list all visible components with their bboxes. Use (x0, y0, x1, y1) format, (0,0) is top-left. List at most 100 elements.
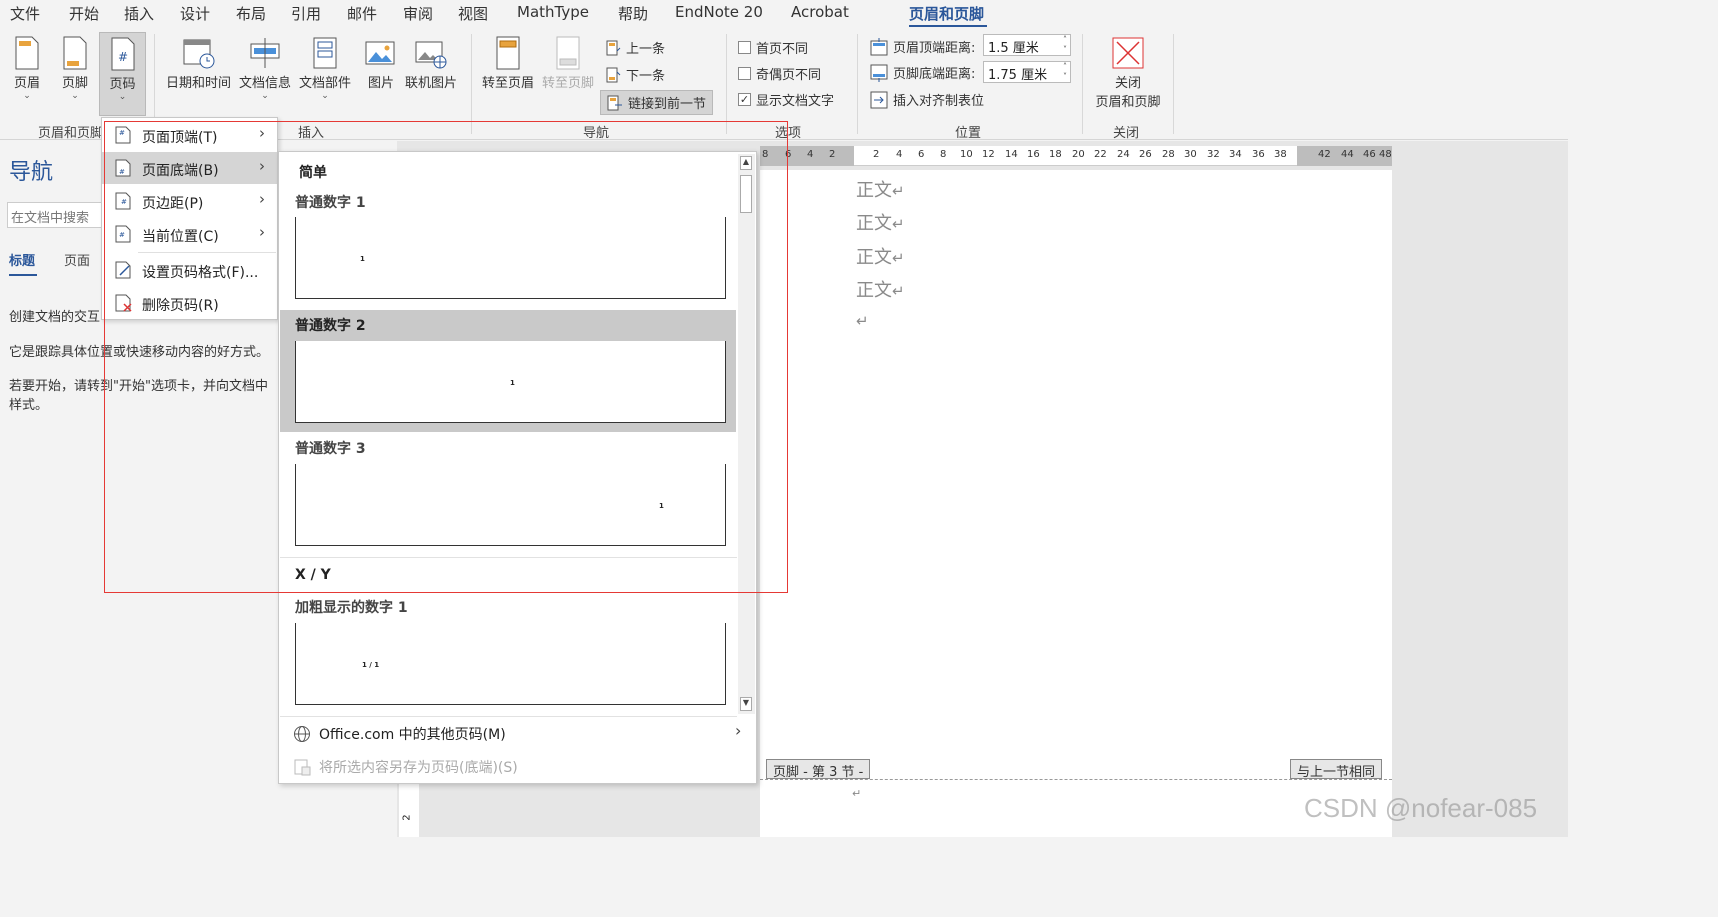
tab-help[interactable]: 帮助 (618, 3, 648, 24)
show-doc-text-checkbox[interactable]: ✓ 显示文档文字 (738, 90, 834, 109)
body-text-line[interactable]: 正文↵ (856, 209, 905, 235)
menu-item-page-margins[interactable]: # 页边距(P) › (102, 185, 277, 217)
group-separator (857, 34, 858, 134)
different-first-page-checkbox[interactable]: 首页不同 (738, 38, 808, 57)
menu-item-label: 页面顶端(T) (142, 130, 218, 146)
footer-button[interactable]: 页脚 ⌄ (56, 36, 94, 101)
tab-design[interactable]: 设计 (180, 3, 210, 24)
scroll-down-icon[interactable]: ▼ (740, 697, 752, 711)
body-text-line[interactable]: 正文↵ (856, 243, 905, 269)
body-text-line[interactable]: 正文↵ (856, 176, 905, 202)
ruler-number: 4 (807, 149, 814, 160)
doc-info-button[interactable]: 文档信息 ⌄ (239, 36, 291, 101)
tab-review[interactable]: 审阅 (403, 3, 433, 24)
ruler-number: 18 (1049, 149, 1062, 160)
tab-acrobat[interactable]: Acrobat (791, 3, 849, 21)
footer-bottom-value: 1.75 厘米 (988, 68, 1048, 83)
tab-home[interactable]: 开始 (69, 3, 99, 24)
ruler-number: 44 (1341, 149, 1354, 160)
header-button[interactable]: 页眉 ⌄ (8, 36, 46, 101)
group-label-close: 关闭 (1113, 126, 1140, 141)
page-number-gallery: 简单 普通数字 1 1 普通数字 2 1 普通数字 3 1 X / Y 加粗显示… (278, 151, 757, 784)
gallery-thumb-plain1[interactable]: 1 (295, 217, 726, 299)
svg-text:#: # (119, 129, 125, 137)
date-time-button[interactable]: 日期和时间 (166, 36, 231, 91)
ruler-number: 26 (1139, 149, 1152, 160)
ruler-number: 10 (960, 149, 973, 160)
group-label-header-footer: 页眉和页脚 (38, 126, 104, 141)
page-margin-icon: # (115, 192, 131, 210)
tab-file[interactable]: 文件 (10, 3, 40, 24)
spin-arrows-icon[interactable]: ˄ ˅ (1063, 62, 1067, 82)
tab-mathtype[interactable]: MathType (517, 3, 589, 21)
gallery-thumb-plain3[interactable]: 1 (295, 464, 726, 546)
tab-insert[interactable]: 插入 (124, 3, 154, 24)
goto-header-icon (496, 36, 520, 70)
tab-header-footer[interactable]: 页眉和页脚 (909, 3, 984, 24)
picture-icon (365, 41, 395, 65)
nav-title: 导航 (9, 160, 54, 185)
chevron-right-icon: › (735, 721, 742, 740)
page-number-button[interactable]: # 页码 ⌄ (99, 32, 146, 116)
different-odd-even-checkbox[interactable]: 奇偶页不同 (738, 64, 821, 83)
header-label: 页眉 (13, 76, 40, 91)
menu-item-current-position[interactable]: # 当前位置(C) › (102, 218, 277, 250)
body-text: 正文 (856, 213, 892, 234)
empty-line[interactable]: ↵ (856, 310, 869, 331)
body-text-line[interactable]: 正文↵ (856, 276, 905, 302)
link-previous-button[interactable]: 链接到前一节 (600, 90, 714, 115)
checkbox-checked: ✓ (738, 93, 751, 106)
doc-parts-button[interactable]: 文档部件 ⌄ (299, 36, 351, 101)
gallery-section-xy: X / Y (295, 567, 331, 583)
nav-search-input[interactable]: 在文档中搜索 (7, 202, 107, 228)
tab-layout[interactable]: 布局 (236, 3, 266, 24)
more-from-office-item[interactable]: Office.com 中的其他页码(M) (293, 724, 506, 744)
online-picture-button[interactable]: 联机图片 (405, 36, 457, 91)
gallery-thumb-bold1[interactable]: 1 / 1 (295, 623, 726, 705)
gallery-scrollbar[interactable]: ▲ ▼ (738, 154, 755, 714)
insert-align-tab-button[interactable]: 插入对齐制表位 (870, 90, 984, 109)
tab-view[interactable]: 视图 (458, 3, 488, 24)
header-top-input[interactable]: 1.5 厘米 ˄ ˅ (983, 34, 1071, 56)
menu-item-format-page-numbers[interactable]: 设置页码格式(F)... (102, 254, 277, 286)
picture-button[interactable]: 图片 (364, 36, 398, 91)
current-position-icon: # (115, 225, 131, 243)
footer-return-mark[interactable]: ↵ (852, 787, 861, 800)
spin-arrows-icon[interactable]: ˄ ˅ (1063, 35, 1067, 55)
page-number-label: 页码 (109, 77, 136, 92)
menu-item-top-of-page[interactable]: # 页面顶端(T) › (102, 119, 277, 151)
nav-help-text-4: 样式。 (9, 398, 49, 413)
ruler-number: 30 (1184, 149, 1197, 160)
body-text: 正文 (856, 280, 892, 301)
next-button[interactable]: 下一条 (605, 65, 665, 84)
chevron-down-icon: ⌄ (71, 91, 79, 101)
menu-item-bottom-of-page[interactable]: # 页面底端(B) › (102, 152, 277, 184)
footer-bottom-input[interactable]: 1.75 厘米 ˄ ˅ (983, 61, 1071, 83)
group-label-position: 位置 (955, 126, 982, 141)
scroll-up-icon[interactable]: ▲ (740, 156, 752, 170)
tab-mailings[interactable]: 邮件 (347, 3, 377, 24)
goto-header-button[interactable]: 转至页眉 (482, 36, 534, 91)
nav-tab-pages[interactable]: 页面 (64, 250, 90, 269)
group-separator (1082, 34, 1083, 134)
gallery-label-plain1: 普通数字 1 (295, 195, 366, 211)
nav-tab-headings[interactable]: 标题 (9, 250, 35, 269)
header-top-value: 1.5 厘米 (988, 41, 1039, 56)
return-mark: ↵ (892, 249, 905, 267)
tab-endnote[interactable]: EndNote 20 (675, 3, 763, 21)
previous-button[interactable]: 上一条 (605, 38, 665, 57)
ribbon-tabs: 文件 开始 插入 设计 布局 引用 邮件 审阅 视图 MathType 帮助 E… (0, 0, 1568, 28)
vruler-number: 2 (401, 814, 413, 821)
ruler-number: 22 (1094, 149, 1107, 160)
close-header-footer-button[interactable]: 关闭 页眉和页脚 (1093, 36, 1163, 110)
close-icon (1112, 37, 1144, 69)
goto-footer-icon (556, 36, 580, 70)
header-top-label: 页眉顶端距离: (893, 41, 976, 56)
tab-references[interactable]: 引用 (291, 3, 321, 24)
document-page[interactable] (760, 170, 1392, 837)
scroll-thumb[interactable] (740, 175, 752, 213)
gallery-thumb-plain2[interactable]: 1 (295, 341, 726, 423)
return-mark: ↵ (856, 312, 869, 330)
chevron-right-icon: › (259, 124, 265, 142)
menu-item-remove-page-numbers[interactable]: 删除页码(R) (102, 287, 277, 319)
